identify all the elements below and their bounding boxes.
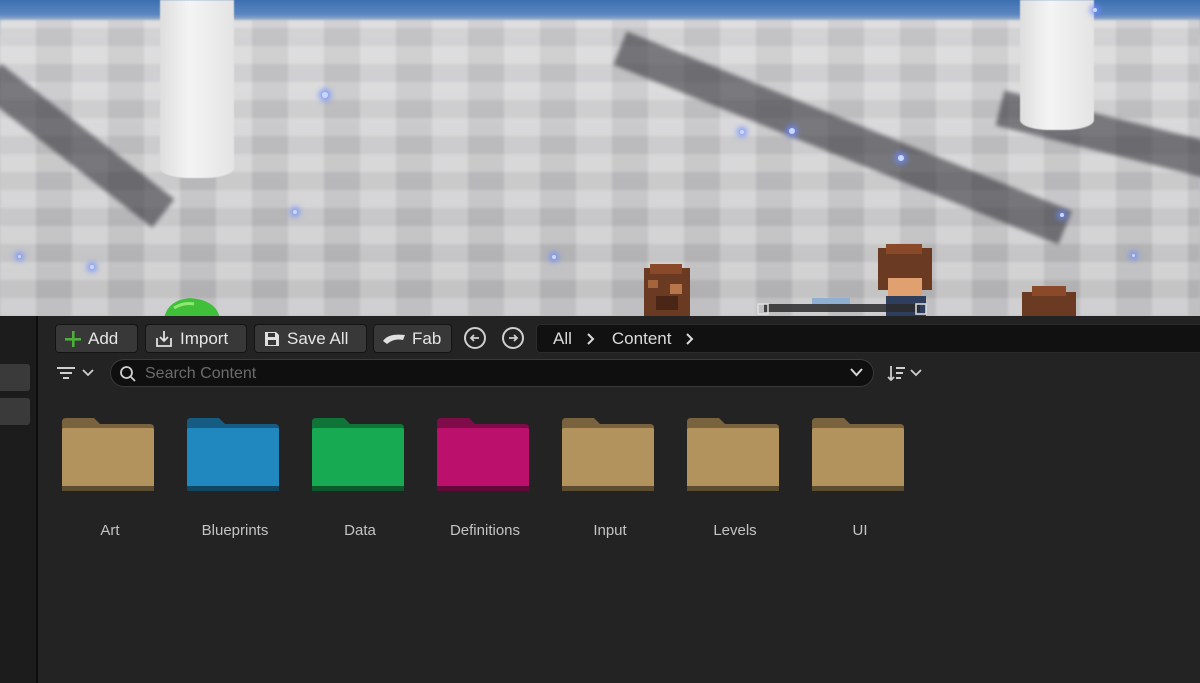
search-icon	[120, 366, 136, 382]
folder-label: UI	[852, 522, 868, 539]
folder-item[interactable]: Art	[38, 416, 154, 551]
folder-label: Blueprints	[201, 522, 269, 539]
folder-item[interactable]: Input	[538, 416, 654, 551]
filter-button[interactable]	[56, 360, 96, 386]
particle	[1093, 8, 1097, 12]
forward-icon	[509, 334, 519, 342]
content-browser: Add Import Save All Fab All Content Sear…	[0, 316, 1200, 683]
save-icon	[265, 331, 279, 346]
folder-label: Input	[593, 522, 627, 539]
fab-icon	[383, 334, 405, 344]
import-icon	[156, 330, 172, 347]
folder-icon	[62, 418, 154, 491]
selection-gizmo[interactable]	[756, 292, 928, 316]
sort-button[interactable]	[886, 362, 926, 384]
folder-label: Data	[344, 522, 376, 539]
import-button[interactable]: Import	[145, 324, 247, 353]
folder-item[interactable]: Data	[288, 416, 404, 551]
sort-icon	[887, 366, 905, 382]
breadcrumb: All Content	[536, 324, 1200, 353]
sources-tab[interactable]	[0, 364, 30, 391]
folder-item[interactable]: Definitions	[413, 416, 529, 551]
folder-item[interactable]: UI	[788, 416, 904, 551]
particle	[1132, 254, 1135, 257]
folder-icon	[562, 418, 654, 491]
save-all-button[interactable]: Save All	[254, 324, 367, 353]
particle	[789, 128, 795, 134]
folder-item[interactable]: Blueprints	[163, 416, 279, 551]
breadcrumb-item-all[interactable]: All	[537, 329, 572, 349]
chevron-right-icon[interactable]	[586, 332, 596, 346]
particle	[293, 210, 297, 214]
folder-label: Definitions	[449, 522, 521, 539]
back-button[interactable]	[464, 327, 486, 349]
particle	[898, 155, 904, 161]
sources-panel-collapsed	[0, 316, 38, 683]
content-browser-main: Add Import Save All Fab All Content Sear…	[38, 316, 1200, 683]
filter-icon	[57, 367, 75, 379]
level-viewport[interactable]	[0, 0, 1200, 316]
pillar	[160, 0, 234, 178]
fab-button[interactable]: Fab	[373, 324, 452, 353]
forward-button[interactable]	[502, 327, 524, 349]
folder-label: Levels	[713, 522, 757, 539]
particle	[90, 265, 94, 269]
search-input[interactable]	[143, 362, 837, 386]
folder-icon	[687, 418, 779, 491]
particle	[740, 130, 744, 134]
plus-icon	[65, 330, 81, 347]
particle	[18, 255, 21, 258]
folder-item[interactable]: Levels	[663, 416, 779, 551]
breadcrumb-item-content[interactable]: Content	[596, 329, 672, 349]
particle	[552, 255, 556, 259]
particle	[1060, 213, 1064, 217]
pillar	[1020, 0, 1094, 130]
add-label: Add	[88, 328, 119, 348]
chevron-right-icon[interactable]	[685, 332, 695, 346]
slime-sprite	[164, 298, 220, 316]
save-all-label: Save All	[287, 328, 349, 348]
folder-icon	[812, 418, 904, 491]
character-sprite	[644, 264, 690, 316]
fab-label: Fab	[412, 328, 442, 348]
chevron-down-icon	[82, 369, 94, 377]
particle	[322, 92, 328, 98]
character-sprite	[1022, 286, 1076, 316]
back-icon	[469, 334, 479, 342]
add-button[interactable]: Add	[55, 324, 138, 353]
search-dropdown-icon[interactable]	[850, 368, 863, 377]
import-label: Import	[180, 328, 229, 348]
collections-tab[interactable]	[0, 398, 30, 425]
folder-icon	[312, 418, 404, 491]
chevron-down-icon	[910, 369, 922, 377]
folder-icon	[437, 418, 529, 491]
folder-label: Art	[100, 522, 120, 539]
folder-icon	[187, 418, 279, 491]
search-bar	[110, 359, 874, 387]
